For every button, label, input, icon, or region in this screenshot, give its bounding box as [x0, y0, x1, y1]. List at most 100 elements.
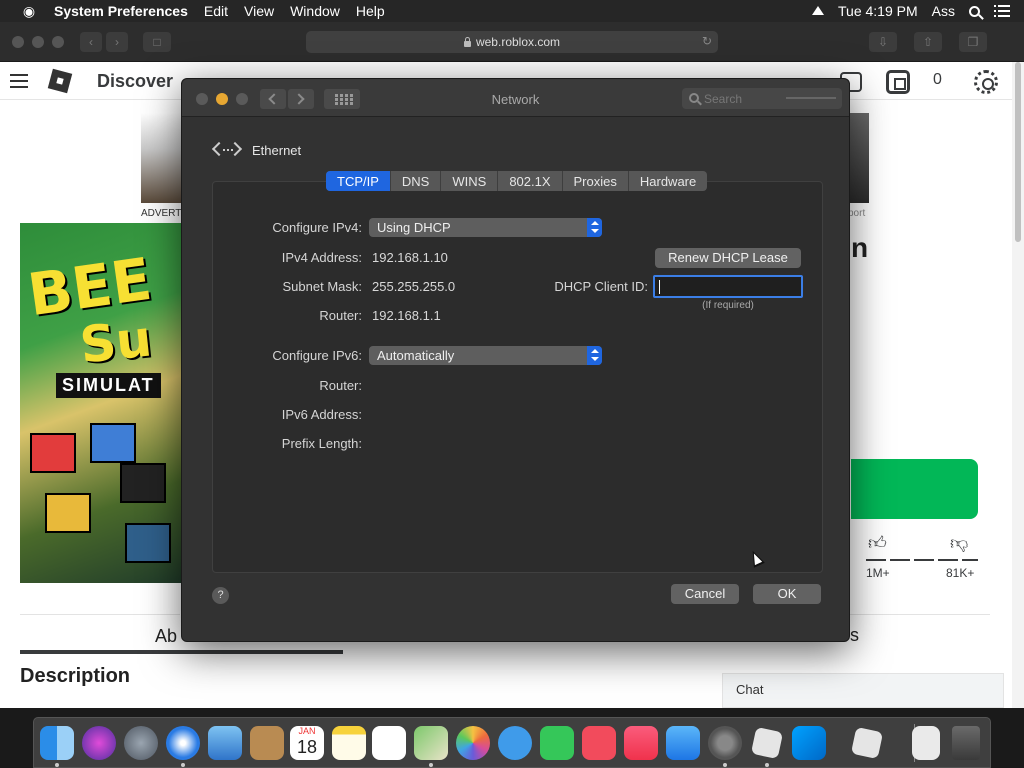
notes-icon[interactable]: [332, 726, 366, 760]
configure-ipv6-popup[interactable]: Automatically: [369, 346, 602, 365]
menu-edit[interactable]: Edit: [204, 3, 228, 19]
tab-servers[interactable]: s: [850, 614, 990, 654]
menu-help[interactable]: Help: [356, 3, 385, 19]
interface-header: Ethernet: [211, 139, 302, 161]
eject-icon[interactable]: [812, 5, 825, 15]
dock: JAN 18: [33, 717, 991, 768]
safari-minimize-button[interactable]: [32, 36, 44, 48]
spotlight-icon[interactable]: [969, 5, 980, 17]
notification-center-icon[interactable]: [994, 5, 1010, 17]
menu-app-name[interactable]: System Preferences: [54, 3, 188, 19]
tab-dns[interactable]: DNS: [391, 171, 442, 191]
tab-8021x[interactable]: 802.1X: [498, 171, 563, 191]
help-button[interactable]: ?: [212, 587, 229, 604]
router-value: 192.168.1.1: [372, 308, 441, 323]
menu-user[interactable]: Ass: [932, 3, 955, 19]
tabs-overview-icon[interactable]: ❐: [959, 32, 987, 52]
roblox-logo-icon[interactable]: [47, 68, 73, 94]
tab-content-panel: [212, 181, 823, 573]
tab-wins[interactable]: WINS: [441, 171, 499, 191]
facetime-icon[interactable]: [540, 726, 574, 760]
menu-window[interactable]: Window: [290, 3, 340, 19]
active-tab-indicator: [20, 650, 343, 654]
downloads-icon[interactable]: ⇩: [869, 32, 897, 52]
bee-sprite: [120, 463, 166, 503]
safari-forward-icon[interactable]: ›: [106, 32, 128, 52]
messages-icon[interactable]: [498, 726, 532, 760]
text-caret: [659, 280, 660, 294]
chat-label: Chat: [736, 682, 764, 697]
calendar-icon[interactable]: JAN 18: [290, 726, 324, 760]
scrollbar-thumb[interactable]: [1015, 62, 1021, 242]
safari-close-button[interactable]: [12, 36, 24, 48]
app-store-icon[interactable]: [666, 726, 700, 760]
dislike-count: 81K+: [946, 566, 975, 580]
thumbs-up-icon[interactable]: 👍︎: [868, 532, 887, 554]
tab-proxies[interactable]: Proxies: [563, 171, 629, 191]
configure-ipv4-label: Configure IPv4:: [272, 220, 362, 235]
music-icon[interactable]: [624, 726, 658, 760]
roblox-studio-icon[interactable]: [792, 726, 826, 760]
thumbs-down-icon[interactable]: 👎︎: [950, 532, 968, 554]
report-label[interactable]: port: [848, 208, 865, 219]
hamburger-menu-icon[interactable]: [10, 74, 28, 88]
launchpad-icon[interactable]: [124, 726, 158, 760]
contacts-icon[interactable]: [250, 726, 284, 760]
ok-button[interactable]: OK: [753, 584, 821, 604]
sidebar-toggle-icon[interactable]: □: [143, 32, 171, 52]
nav-discover[interactable]: Discover: [97, 71, 173, 92]
reload-icon[interactable]: ↻: [702, 34, 712, 48]
url-bar[interactable]: web.roblox.com ↻: [306, 31, 718, 53]
reminders-icon[interactable]: [372, 726, 406, 760]
safari-zoom-button[interactable]: [52, 36, 64, 48]
dhcp-client-id-field[interactable]: [653, 275, 803, 298]
apple-menu-icon[interactable]: ◉: [18, 3, 40, 20]
roblox-icon[interactable]: [750, 726, 784, 760]
photos-icon[interactable]: [456, 726, 490, 760]
menu-clock[interactable]: Tue 4:19 PM: [838, 3, 918, 19]
maps-icon[interactable]: [414, 726, 448, 760]
configure-ipv6-label: Configure IPv6:: [272, 348, 362, 363]
safari-toolbar: ‹ › □ web.roblox.com ↻ ⇩ ⇧ ❐: [0, 22, 1024, 62]
tab-hardware[interactable]: Hardware: [629, 171, 707, 191]
share-icon[interactable]: ⇧: [914, 32, 942, 52]
description-heading: Description: [20, 665, 131, 687]
bee-sprite: [90, 423, 136, 463]
trash-icon[interactable]: [952, 726, 980, 760]
interface-name: Ethernet: [252, 142, 302, 158]
system-preferences-icon[interactable]: [708, 726, 742, 760]
game-thumbnail[interactable]: BEE Su SIMULAT: [20, 223, 190, 583]
ipv6-router-label: Router:: [319, 378, 362, 393]
preferences-search-field[interactable]: Search: [682, 88, 842, 109]
news-icon[interactable]: [582, 726, 616, 760]
configure-ipv4-value: Using DHCP: [377, 220, 451, 235]
bee-sprite: [30, 433, 76, 473]
menu-view[interactable]: View: [244, 3, 274, 19]
configure-ipv4-popup[interactable]: Using DHCP: [369, 218, 602, 237]
mail-icon[interactable]: [208, 726, 242, 760]
renew-dhcp-lease-button[interactable]: Renew DHCP Lease: [655, 248, 801, 268]
window-titlebar[interactable]: Network Search: [182, 79, 849, 117]
running-indicator: [181, 763, 185, 767]
finder-icon[interactable]: [40, 726, 74, 760]
play-button[interactable]: [851, 459, 978, 519]
settings-gear-icon[interactable]: [974, 70, 998, 94]
ethernet-icon: [211, 140, 243, 160]
siri-icon[interactable]: [82, 726, 116, 760]
running-indicator: [765, 763, 769, 767]
advanced-tabs: TCP/IP DNS WINS 802.1X Proxies Hardware: [326, 171, 708, 191]
robux-icon[interactable]: [886, 70, 910, 94]
roblox-player-icon[interactable]: [850, 726, 884, 760]
document-icon[interactable]: [912, 726, 940, 760]
safari-back-icon[interactable]: ‹: [80, 32, 102, 52]
page-scrollbar[interactable]: [1012, 62, 1024, 708]
cancel-button[interactable]: Cancel: [671, 584, 739, 604]
tab-tcpip[interactable]: TCP/IP: [326, 171, 391, 191]
chat-bar[interactable]: Chat: [722, 673, 1004, 708]
running-indicator: [723, 763, 727, 767]
dhcp-client-id-label: DHCP Client ID:: [554, 279, 648, 294]
tab-about[interactable]: Ab: [20, 614, 180, 654]
safari-icon[interactable]: [166, 726, 200, 760]
calendar-month: JAN: [298, 726, 316, 736]
lock-icon: [463, 37, 471, 47]
